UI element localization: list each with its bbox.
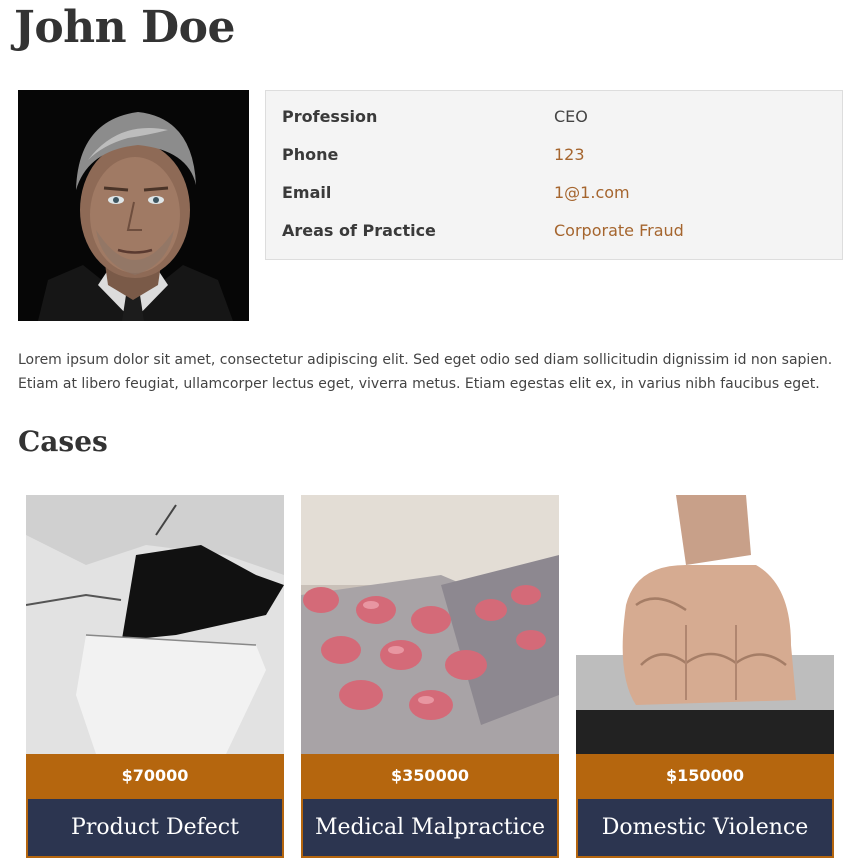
case-card-medical-malpractice[interactable]: $350000 Medical Malpractice	[301, 495, 559, 860]
case-price: $350000	[301, 754, 559, 797]
info-row-areas-of-practice: Areas of Practice Corporate Fraud	[282, 221, 822, 245]
info-row-phone: Phone 123	[282, 145, 822, 169]
areas-of-practice-link[interactable]: Corporate Fraud	[554, 221, 684, 240]
profession-value: CEO	[554, 107, 588, 126]
phone-label: Phone	[282, 145, 339, 164]
profile-info-box: Profession CEO Phone 123 Email 1@1.com A…	[265, 90, 843, 260]
email-link[interactable]: 1@1.com	[554, 183, 630, 202]
case-price: $150000	[576, 754, 834, 797]
case-price: $70000	[26, 754, 284, 797]
cases-heading: Cases	[18, 425, 108, 458]
case-name[interactable]: Product Defect	[26, 797, 284, 858]
bio-text: Lorem ipsum dolor sit amet, consectetur …	[18, 352, 833, 392]
case-image-cracked-wall	[26, 495, 284, 754]
page-title: John Doe	[14, 2, 235, 53]
case-name[interactable]: Domestic Violence	[576, 797, 834, 858]
case-image-pills	[301, 495, 559, 754]
profession-label: Profession	[282, 107, 378, 126]
email-label: Email	[282, 183, 332, 202]
case-card-domestic-violence[interactable]: $150000 Domestic Violence	[576, 495, 834, 860]
case-name[interactable]: Medical Malpractice	[301, 797, 559, 858]
case-card-product-defect[interactable]: $70000 Product Defect	[26, 495, 284, 860]
phone-link[interactable]: 123	[554, 145, 585, 164]
areas-of-practice-label: Areas of Practice	[282, 221, 436, 240]
case-image-fist	[576, 495, 834, 754]
profile-portrait	[18, 90, 249, 321]
info-row-email: Email 1@1.com	[282, 183, 822, 207]
info-row-profession: Profession CEO	[282, 107, 822, 131]
